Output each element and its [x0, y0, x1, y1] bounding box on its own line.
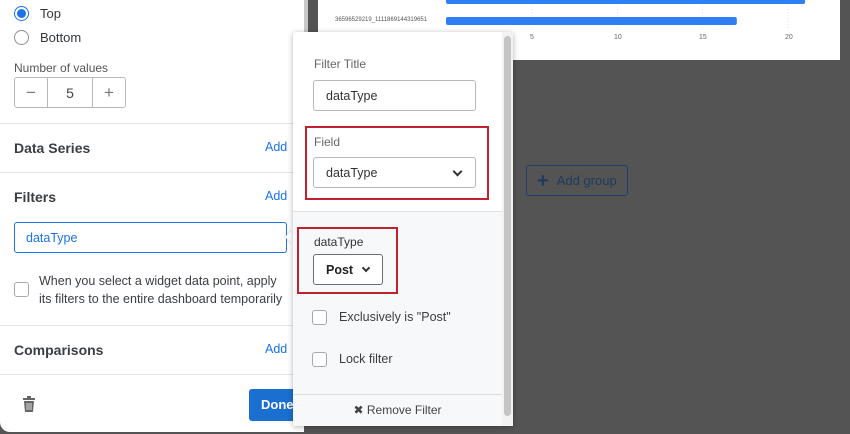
bar[interactable]: [446, 0, 806, 4]
filter-title-input[interactable]: dataType: [313, 80, 476, 111]
widget-settings-panel: Top Bottom Number of values − 5 + Data S…: [0, 0, 309, 432]
remove-filter-button[interactable]: ✖ Remove Filter: [293, 403, 502, 417]
value-label: dataType: [314, 235, 364, 249]
value-select[interactable]: Post: [313, 254, 383, 285]
filters-title: Filters: [14, 189, 57, 205]
add-comparison-link[interactable]: Add: [265, 342, 287, 356]
bar[interactable]: [446, 17, 737, 25]
x-tick-label: 20: [785, 34, 793, 41]
radio-circle[interactable]: [14, 6, 29, 21]
trash-icon[interactable]: [22, 396, 36, 412]
filter-item-datatype[interactable]: dataType: [14, 222, 287, 253]
radio-top[interactable]: Top: [14, 6, 61, 21]
data-series-title: Data Series: [14, 140, 91, 156]
divider: [0, 374, 304, 375]
field-select-value: dataType: [326, 166, 378, 180]
close-icon: ✖: [353, 403, 364, 417]
field-label: Field: [314, 135, 341, 149]
x-tick-label: 5: [530, 34, 534, 41]
stepper-value[interactable]: 5: [47, 78, 93, 107]
comparisons-title: Comparisons: [14, 342, 104, 358]
add-filter-link[interactable]: Add: [265, 189, 287, 203]
chevron-down-icon: [452, 166, 463, 177]
divider: [0, 325, 304, 326]
lock-filter-label: Lock filter: [339, 352, 393, 366]
remove-filter-label: Remove Filter: [366, 403, 442, 417]
exclusively-checkbox[interactable]: [312, 310, 327, 325]
exclusively-label: Exclusively is "Post": [339, 310, 451, 324]
divider: [0, 172, 304, 173]
chevron-down-icon: [361, 263, 371, 273]
filter-title-label: Filter Title: [314, 57, 367, 71]
radio-label: Top: [40, 6, 61, 21]
number-of-values-label: Number of values: [14, 61, 109, 75]
divider: [293, 394, 502, 395]
filter-popover: Filter Title dataType Field dataType dat…: [293, 32, 513, 426]
apply-filters-checkbox[interactable]: [14, 282, 29, 297]
add-group-label: Add group: [556, 173, 617, 188]
divider: [0, 123, 304, 124]
x-tick-label: 10: [614, 34, 622, 41]
radio-label: Bottom: [40, 30, 82, 45]
field-select[interactable]: dataType: [313, 157, 476, 188]
add-data-series-link[interactable]: Add: [265, 140, 287, 154]
radio-bottom[interactable]: Bottom: [14, 30, 81, 45]
number-of-values-stepper[interactable]: − 5 +: [14, 77, 126, 108]
add-group-button[interactable]: + Add group: [526, 165, 628, 196]
x-tick-label: 15: [699, 34, 707, 41]
plus-icon: +: [537, 169, 549, 192]
category-label: 36596529219_1111869144319651: [335, 17, 428, 23]
value-select-text: Post: [326, 263, 354, 277]
apply-filters-label: When you select a widget data point, app…: [39, 274, 283, 306]
lock-filter-checkbox[interactable]: [312, 352, 327, 367]
radio-circle[interactable]: [14, 30, 29, 45]
increment-button[interactable]: +: [93, 78, 125, 107]
decrement-button[interactable]: −: [15, 78, 47, 107]
scrollbar-thumb[interactable]: [504, 36, 511, 416]
popover-scrollbar[interactable]: [502, 32, 513, 426]
